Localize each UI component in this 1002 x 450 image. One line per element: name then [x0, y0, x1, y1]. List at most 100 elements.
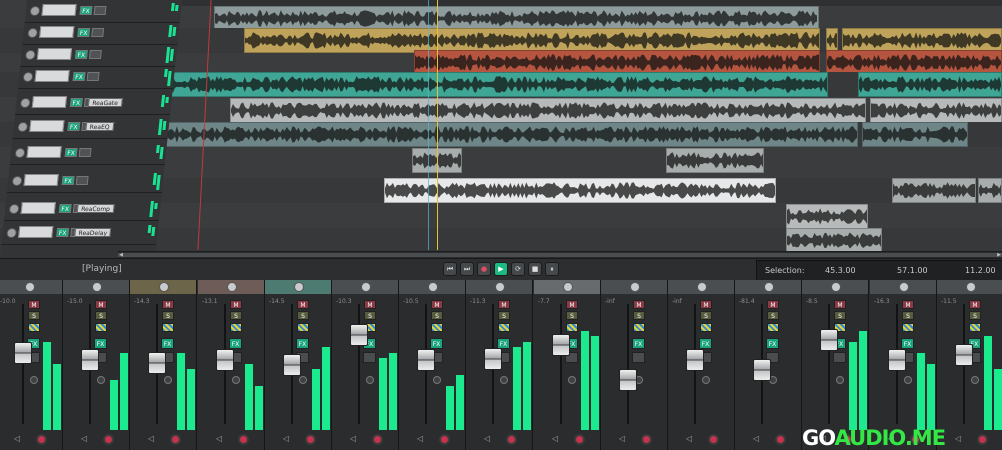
mixer-channel-strip[interactable]: -7.7 M S FX ◁	[534, 280, 601, 450]
mute-button[interactable]: M	[364, 300, 376, 309]
selection-end[interactable]: 57.1.00	[897, 266, 928, 275]
track-name-field[interactable]	[39, 26, 75, 38]
track-header[interactable]: FX	[22, 22, 180, 45]
solo-button[interactable]: S	[498, 311, 510, 320]
selection-start[interactable]: 45.3.00	[825, 266, 856, 275]
pause-button[interactable]: ⏸	[545, 262, 559, 276]
media-item[interactable]	[166, 72, 828, 97]
pan-knob[interactable]	[899, 282, 909, 292]
route-button[interactable]	[632, 352, 645, 363]
phase-icon[interactable]	[498, 323, 510, 332]
mixer-channel-strip[interactable]: -inf M S FX ◁	[601, 280, 668, 450]
record-arm-button[interactable]	[775, 434, 786, 445]
phase-icon[interactable]	[767, 323, 779, 332]
mixer-channel-strip[interactable]: -8.5 M S FX ◁	[802, 280, 869, 450]
volume-knob[interactable]	[6, 228, 18, 238]
media-item[interactable]	[786, 228, 882, 253]
mute-button[interactable]: M	[431, 300, 443, 309]
solo-button[interactable]: S	[297, 311, 309, 320]
record-arm-button[interactable]	[506, 434, 517, 445]
phase-icon[interactable]	[566, 323, 578, 332]
input-monitor-icon[interactable]	[836, 376, 844, 384]
input-monitor-icon[interactable]	[97, 376, 105, 384]
fx-chain-slot[interactable]: ReaComp	[76, 204, 115, 213]
io-icon[interactable]: ◁	[283, 434, 289, 443]
solo-button[interactable]: S	[230, 311, 242, 320]
record-arm-button[interactable]	[36, 434, 47, 445]
io-icon[interactable]: ◁	[686, 434, 692, 443]
media-item[interactable]	[786, 204, 868, 229]
volume-knob[interactable]	[27, 28, 39, 38]
fx-button[interactable]: FX	[161, 338, 174, 349]
pan-knob[interactable]	[495, 282, 505, 292]
solo-button[interactable]: S	[633, 311, 645, 320]
fx-button[interactable]: FX	[64, 148, 78, 157]
track-header[interactable]: FX ReaEQ	[12, 116, 170, 139]
fx-button[interactable]: FX	[766, 338, 779, 349]
volume-fader[interactable]	[753, 359, 771, 381]
mixer-channel-strip[interactable]: -14.3 M S FX ◁	[130, 280, 197, 450]
fx-button[interactable]: FX	[69, 98, 83, 107]
io-icon[interactable]: ◁	[552, 434, 558, 443]
volume-knob[interactable]	[22, 72, 34, 82]
phase-icon[interactable]	[162, 323, 174, 332]
io-icon[interactable]: ◁	[484, 434, 490, 443]
record-arm-button[interactable]	[439, 434, 450, 445]
track-header[interactable]: FX ReaDelay	[1, 222, 159, 245]
io-icon[interactable]: ◁	[955, 434, 961, 443]
pan-knob[interactable]	[630, 282, 640, 292]
mute-button[interactable]: M	[633, 300, 645, 309]
track-name-field[interactable]	[36, 48, 73, 60]
media-item[interactable]	[230, 98, 866, 123]
volume-fader[interactable]	[619, 369, 637, 391]
io-icon[interactable]: ◁	[148, 434, 154, 443]
io-button[interactable]	[88, 50, 102, 59]
pan-knob[interactable]	[831, 282, 841, 292]
play-button[interactable]: ▶	[494, 262, 508, 276]
pan-knob[interactable]	[25, 282, 35, 292]
record-arm-button[interactable]	[977, 434, 988, 445]
mixer-channel-strip[interactable]: -10.5 M S FX ◁	[399, 280, 466, 450]
solo-button[interactable]: S	[767, 311, 779, 320]
input-monitor-icon[interactable]	[568, 376, 576, 384]
pan-knob[interactable]	[428, 282, 438, 292]
mixer-channel-strip[interactable]: -inf M S FX ◁	[668, 280, 735, 450]
arrange-view[interactable]: FX FX FX FX FX ReaGate FX ReaEQ FX FX FX ReaComp FX R…	[0, 0, 1002, 258]
fx-button[interactable]: FX	[77, 28, 91, 37]
fx-button[interactable]: FX	[901, 338, 914, 349]
media-item[interactable]	[152, 122, 858, 147]
mixer-channel-strip[interactable]: -16.3 M S FX ◁	[870, 280, 937, 450]
repeat-button[interactable]: ⟳	[511, 262, 525, 276]
input-monitor-icon[interactable]	[971, 376, 979, 384]
scrollbar-thumb[interactable]	[118, 253, 1002, 257]
record-arm-button[interactable]	[708, 434, 719, 445]
track-header[interactable]: FX ReaComp	[3, 198, 162, 221]
solo-button[interactable]: S	[700, 311, 712, 320]
volume-fader[interactable]	[81, 349, 99, 371]
volume-fader[interactable]	[820, 329, 838, 351]
io-button[interactable]	[91, 28, 105, 37]
track-header[interactable]: FX	[20, 44, 178, 67]
solo-button[interactable]: S	[566, 311, 578, 320]
mute-button[interactable]: M	[834, 300, 846, 309]
volume-knob[interactable]	[14, 148, 26, 158]
fx-button[interactable]: FX	[61, 176, 75, 185]
volume-fader[interactable]	[417, 349, 435, 371]
track-name-field[interactable]	[18, 226, 54, 238]
mixer-channel-strip[interactable]: -10.3 M S FX ◁	[332, 280, 399, 450]
fx-chain-slot[interactable]: ReaGate	[87, 98, 123, 107]
go-to-start-button[interactable]: ⏮	[443, 262, 457, 276]
fx-button[interactable]: FX	[94, 338, 107, 349]
io-button[interactable]	[93, 6, 107, 15]
io-icon[interactable]: ◁	[350, 434, 356, 443]
fx-button[interactable]: FX	[58, 204, 72, 213]
volume-fader[interactable]	[955, 344, 973, 366]
fx-button[interactable]: FX	[79, 6, 93, 15]
pan-knob[interactable]	[294, 282, 304, 292]
mute-button[interactable]: M	[969, 300, 981, 309]
pan-knob[interactable]	[966, 282, 976, 292]
phase-icon[interactable]	[28, 323, 40, 332]
go-to-end-button[interactable]: ⏭	[460, 262, 474, 276]
phase-icon[interactable]	[95, 323, 107, 332]
fx-button[interactable]: FX	[72, 72, 86, 81]
